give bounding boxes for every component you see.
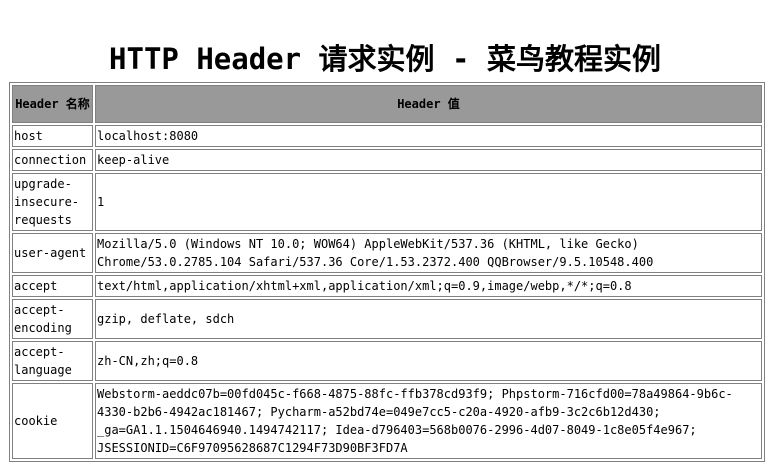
header-name-column-heading: Header 名称	[12, 85, 93, 123]
header-name-cell: accept	[12, 275, 93, 297]
table-row: host localhost:8080	[12, 125, 762, 147]
http-header-table: Header 名称 Header 值 host localhost:8080 c…	[9, 82, 765, 462]
header-value-cell: gzip, deflate, sdch	[95, 299, 762, 339]
header-name-cell: accept-encoding	[12, 299, 93, 339]
table-row: upgrade-insecure-requests 1	[12, 173, 762, 231]
page-title: HTTP Header 请求实例 - 菜鸟教程实例	[109, 42, 661, 77]
header-name-cell: upgrade-insecure-requests	[12, 173, 93, 231]
table-row: accept text/html,application/xhtml+xml,a…	[12, 275, 762, 297]
header-name-cell: user-agent	[12, 233, 93, 273]
table-row: accept-encoding gzip, deflate, sdch	[12, 299, 762, 339]
header-value-cell: zh-CN,zh;q=0.8	[95, 341, 762, 381]
header-name-cell: host	[12, 125, 93, 147]
header-name-cell: cookie	[12, 383, 93, 459]
header-value-cell: keep-alive	[95, 149, 762, 171]
header-value-cell: localhost:8080	[95, 125, 762, 147]
table-header-row: Header 名称 Header 值	[12, 85, 762, 123]
header-value-cell: Webstorm-aeddc07b=00fd045c-f668-4875-88f…	[95, 383, 762, 459]
header-name-cell: accept-language	[12, 341, 93, 381]
table-row: user-agent Mozilla/5.0 (Windows NT 10.0;…	[12, 233, 762, 273]
header-name-cell: connection	[12, 149, 93, 171]
header-value-column-heading: Header 值	[95, 85, 762, 123]
table-row: cookie Webstorm-aeddc07b=00fd045c-f668-4…	[12, 383, 762, 459]
header-value-cell: 1	[95, 173, 762, 231]
table-row: accept-language zh-CN,zh;q=0.8	[12, 341, 762, 381]
table-row: connection keep-alive	[12, 149, 762, 171]
header-value-cell: text/html,application/xhtml+xml,applicat…	[95, 275, 762, 297]
header-value-cell: Mozilla/5.0 (Windows NT 10.0; WOW64) App…	[95, 233, 762, 273]
